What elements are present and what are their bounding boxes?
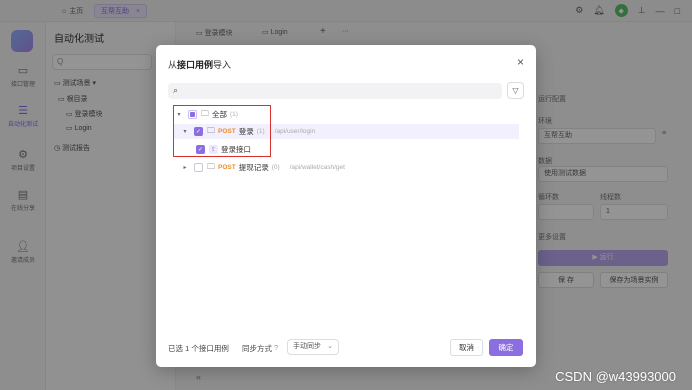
dialog-title: 从接口用例导入 (168, 58, 231, 71)
dialog-title-suffix: 导入 (213, 60, 232, 70)
tree-label: 提现记录 (238, 163, 269, 172)
selected-count: 已选 1 个接口用例 (168, 344, 229, 353)
highlight-annotation (173, 105, 271, 157)
sync-label: 同步方式 (242, 344, 272, 353)
tree-row-withdraw-group[interactable]: ▸ 🗀 POST 提现记录 (0) /api/wallet/cash/get (180, 160, 530, 175)
method-badge: POST (218, 164, 236, 171)
chevron-right-icon[interactable]: ▸ (180, 164, 190, 171)
dialog-title-bold: 接口用例 (177, 60, 214, 70)
sync-select-value: 手动同步 (293, 343, 321, 350)
cancel-button[interactable]: 取消 (450, 339, 483, 356)
help-icon[interactable]: ? (274, 343, 278, 352)
watermark: CSDN @w43993000 (555, 369, 676, 384)
close-icon[interactable]: × (517, 55, 524, 69)
api-path: /api/user/login (274, 128, 316, 135)
search-input[interactable]: ⌕ (168, 83, 502, 99)
tree-count: (0) (271, 164, 280, 171)
import-dialog: 从接口用例导入 × ⌕ ▽ (156, 45, 536, 367)
dialog-title-prefix: 从 (168, 60, 178, 70)
search-icon: ⌕ (173, 85, 179, 95)
checkbox-withdraw-group[interactable] (194, 163, 203, 172)
folder-icon: 🗀 (207, 161, 215, 171)
sync-select[interactable]: 手动同步 ⌄ (287, 339, 339, 355)
confirm-button[interactable]: 确定 (489, 339, 523, 356)
api-path: /api/wallet/cash/get (289, 164, 345, 171)
chevron-down-icon: ⌄ (327, 343, 333, 350)
filter-icon[interactable]: ▽ (507, 82, 524, 99)
